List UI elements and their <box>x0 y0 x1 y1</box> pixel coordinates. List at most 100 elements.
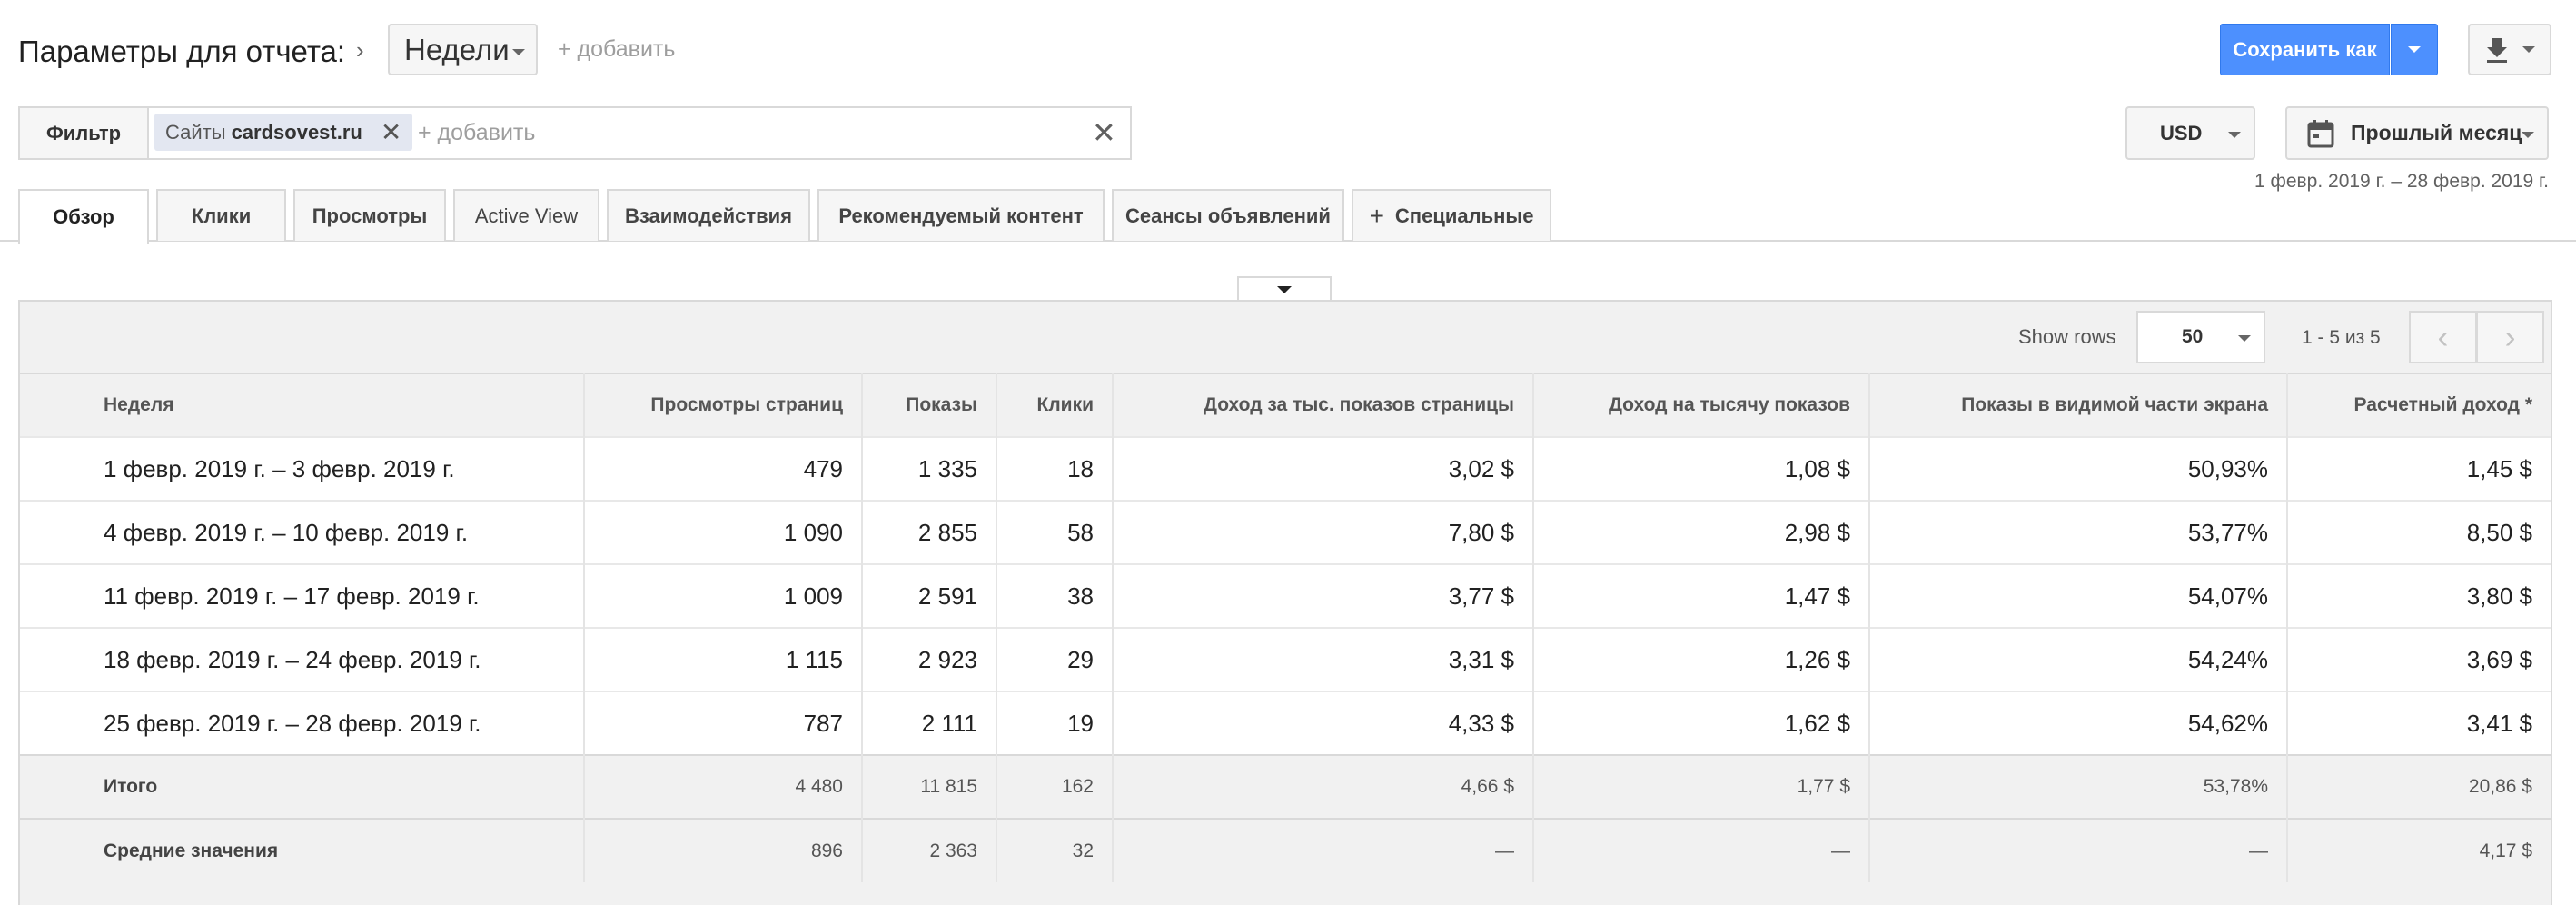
totals-pageviews: 4 480 <box>584 755 863 819</box>
averages-row: Средние значения 896 2 363 32 — — — 4,17… <box>20 819 2551 882</box>
cell-week: 1 февр. 2019 г. – 3 февр. 2019 г. <box>20 437 585 501</box>
column-header-viewability[interactable]: Показы в видимой части экрана <box>1869 373 2288 437</box>
caret-down-icon <box>512 49 525 55</box>
cell-page-rpm: 3,31 $ <box>1113 628 1534 691</box>
date-range-dropdown[interactable]: Прошлый месяц <box>2285 106 2549 160</box>
cell-viewability: 53,77% <box>1869 501 2288 564</box>
tab-clicks[interactable]: Клики <box>156 189 286 241</box>
averages-pageviews: 896 <box>584 819 863 882</box>
tab-ad-sessions[interactable]: Сеансы объявлений <box>1112 189 1344 241</box>
totals-clicks: 162 <box>996 755 1114 819</box>
calendar-icon <box>2307 119 2334 147</box>
tab-views[interactable]: Просмотры <box>293 189 446 241</box>
tab-active-view[interactable]: Active View <box>453 189 599 241</box>
download-icon <box>2487 37 2507 63</box>
filter-chip-value: cardsovest.ru <box>231 120 362 144</box>
rows-per-page-dropdown[interactable]: 50 <box>2136 311 2265 363</box>
column-header-impression-rpm[interactable]: Доход на тысячу показов <box>1533 373 1870 437</box>
cell-estimated-earnings: 3,69 $ <box>2466 645 2532 673</box>
tab-overview[interactable]: Обзор <box>18 189 149 244</box>
chevron-right-icon: › <box>356 36 364 64</box>
caret-down-icon <box>2522 46 2535 53</box>
cell-impression-rpm: 1,26 $ <box>1533 628 1870 691</box>
dimension-selected-label: Недели <box>404 32 510 66</box>
remove-filter-icon[interactable]: ✕ <box>381 117 401 147</box>
plus-icon: + <box>1369 201 1384 230</box>
totals-impressions: 11 815 <box>862 755 997 819</box>
cell-impression-rpm: 1,08 $ <box>1533 437 1870 501</box>
cell-impression-rpm: 2,98 $ <box>1533 501 1870 564</box>
add-filter-input[interactable]: + добавить <box>418 120 535 146</box>
chart-toggle-handle[interactable] <box>1237 276 1332 302</box>
prev-page-button[interactable]: ‹ <box>2409 311 2477 363</box>
totals-viewability: 53,78% <box>1869 755 2288 819</box>
tab-interactions[interactable]: Взаимодействия <box>607 189 810 241</box>
cell-pageviews: 479 <box>584 437 863 501</box>
column-header-estimated-earnings[interactable]: Расчетный доход * <box>2287 373 2551 437</box>
cell-impressions: 2 855 <box>862 501 997 564</box>
cell-estimated-earnings: 3,41 $ <box>2466 709 2532 737</box>
averages-clicks: 32 <box>996 819 1114 882</box>
totals-impression-rpm: 1,77 $ <box>1533 755 1870 819</box>
date-range-text: 1 февр. 2019 г. – 28 февр. 2019 г. <box>2254 171 2549 192</box>
column-header-page-rpm[interactable]: Доход за тыс. показов страницы <box>1113 373 1534 437</box>
save-as-button[interactable]: Сохранить как <box>2220 24 2390 75</box>
cell-clicks: 19 <box>996 691 1114 755</box>
filter-chip-sites: Сайты cardsovest.ru ✕ <box>154 114 413 151</box>
table-row: 11 февр. 2019 г. – 17 февр. 2019 г. 1 00… <box>20 564 2551 628</box>
table-row: 4 февр. 2019 г. – 10 февр. 2019 г. 1 090… <box>20 501 2551 564</box>
pagination-text: 1 - 5 из 5 <box>2302 327 2381 348</box>
tab-custom[interactable]: + Специальные <box>1352 189 1551 241</box>
column-header-pageviews[interactable]: Просмотры страниц <box>584 373 863 437</box>
totals-estimated-earnings: 20,86 $ <box>2468 776 2532 797</box>
download-button[interactable] <box>2468 24 2551 75</box>
averages-impressions: 2 363 <box>862 819 997 882</box>
dimension-dropdown[interactable]: Недели <box>388 24 538 75</box>
cell-viewability: 54,07% <box>1869 564 2288 628</box>
filter-button[interactable]: Фильтр <box>20 108 149 158</box>
averages-label: Средние значения <box>20 819 585 882</box>
caret-down-icon <box>2522 132 2534 138</box>
cell-clicks: 18 <box>996 437 1114 501</box>
column-header-impressions[interactable]: Показы <box>862 373 997 437</box>
next-page-button[interactable]: › <box>2476 311 2544 363</box>
table-row: 18 февр. 2019 г. – 24 февр. 2019 г. 1 11… <box>20 628 2551 691</box>
cell-week: 18 февр. 2019 г. – 24 февр. 2019 г. <box>20 628 585 691</box>
tab-recommended-content[interactable]: Рекомендуемый контент <box>817 189 1105 241</box>
averages-page-rpm: — <box>1113 819 1534 882</box>
column-header-clicks[interactable]: Клики <box>996 373 1114 437</box>
cell-estimated-earnings: 3,80 $ <box>2466 582 2532 610</box>
caret-down-icon <box>1277 286 1292 293</box>
averages-viewability: — <box>1869 819 2288 882</box>
cell-pageviews: 1 115 <box>584 628 863 691</box>
add-dimension-link[interactable]: + добавить <box>558 36 675 63</box>
filter-chip-prefix: Сайты <box>165 120 226 144</box>
cell-clicks: 38 <box>996 564 1114 628</box>
report-page: Параметры для отчета: › Недели + добавит… <box>0 0 2576 905</box>
currency-dropdown[interactable]: USD <box>2125 106 2255 160</box>
totals-row: Итого 4 480 11 815 162 4,66 $ 1,77 $ 53,… <box>20 755 2551 819</box>
cell-viewability: 50,93% <box>1869 437 2288 501</box>
table-row: 1 февр. 2019 г. – 3 февр. 2019 г. 479 1 … <box>20 437 2551 501</box>
cell-clicks: 58 <box>996 501 1114 564</box>
cell-impression-rpm: 1,62 $ <box>1533 691 1870 755</box>
show-rows-label: Show rows <box>2018 325 2116 348</box>
save-as-menu-button[interactable] <box>2391 24 2438 75</box>
totals-page-rpm: 4,66 $ <box>1113 755 1534 819</box>
column-header-week[interactable]: Неделя <box>20 373 585 437</box>
cell-impressions: 1 335 <box>862 437 997 501</box>
date-range-label: Прошлый месяц <box>2351 121 2522 144</box>
caret-down-icon <box>2228 132 2241 138</box>
cell-estimated-earnings: 1,45 $ <box>2466 454 2532 482</box>
report-table-panel: Show rows 50 1 - 5 из 5 ‹ › Неделя Просм… <box>18 300 2552 905</box>
cell-clicks: 29 <box>996 628 1114 691</box>
cell-week: 4 февр. 2019 г. – 10 февр. 2019 г. <box>20 501 585 564</box>
clear-filter-icon[interactable]: ✕ <box>1092 115 1116 150</box>
cell-impressions: 2 923 <box>862 628 997 691</box>
averages-estimated-earnings: 4,17 $ <box>2479 840 2532 861</box>
cell-page-rpm: 3,77 $ <box>1113 564 1534 628</box>
cell-pageviews: 1 090 <box>584 501 863 564</box>
currency-label: USD <box>2160 121 2203 144</box>
chevron-left-icon: ‹ <box>2437 318 2449 355</box>
cell-week: 11 февр. 2019 г. – 17 февр. 2019 г. <box>20 564 585 628</box>
